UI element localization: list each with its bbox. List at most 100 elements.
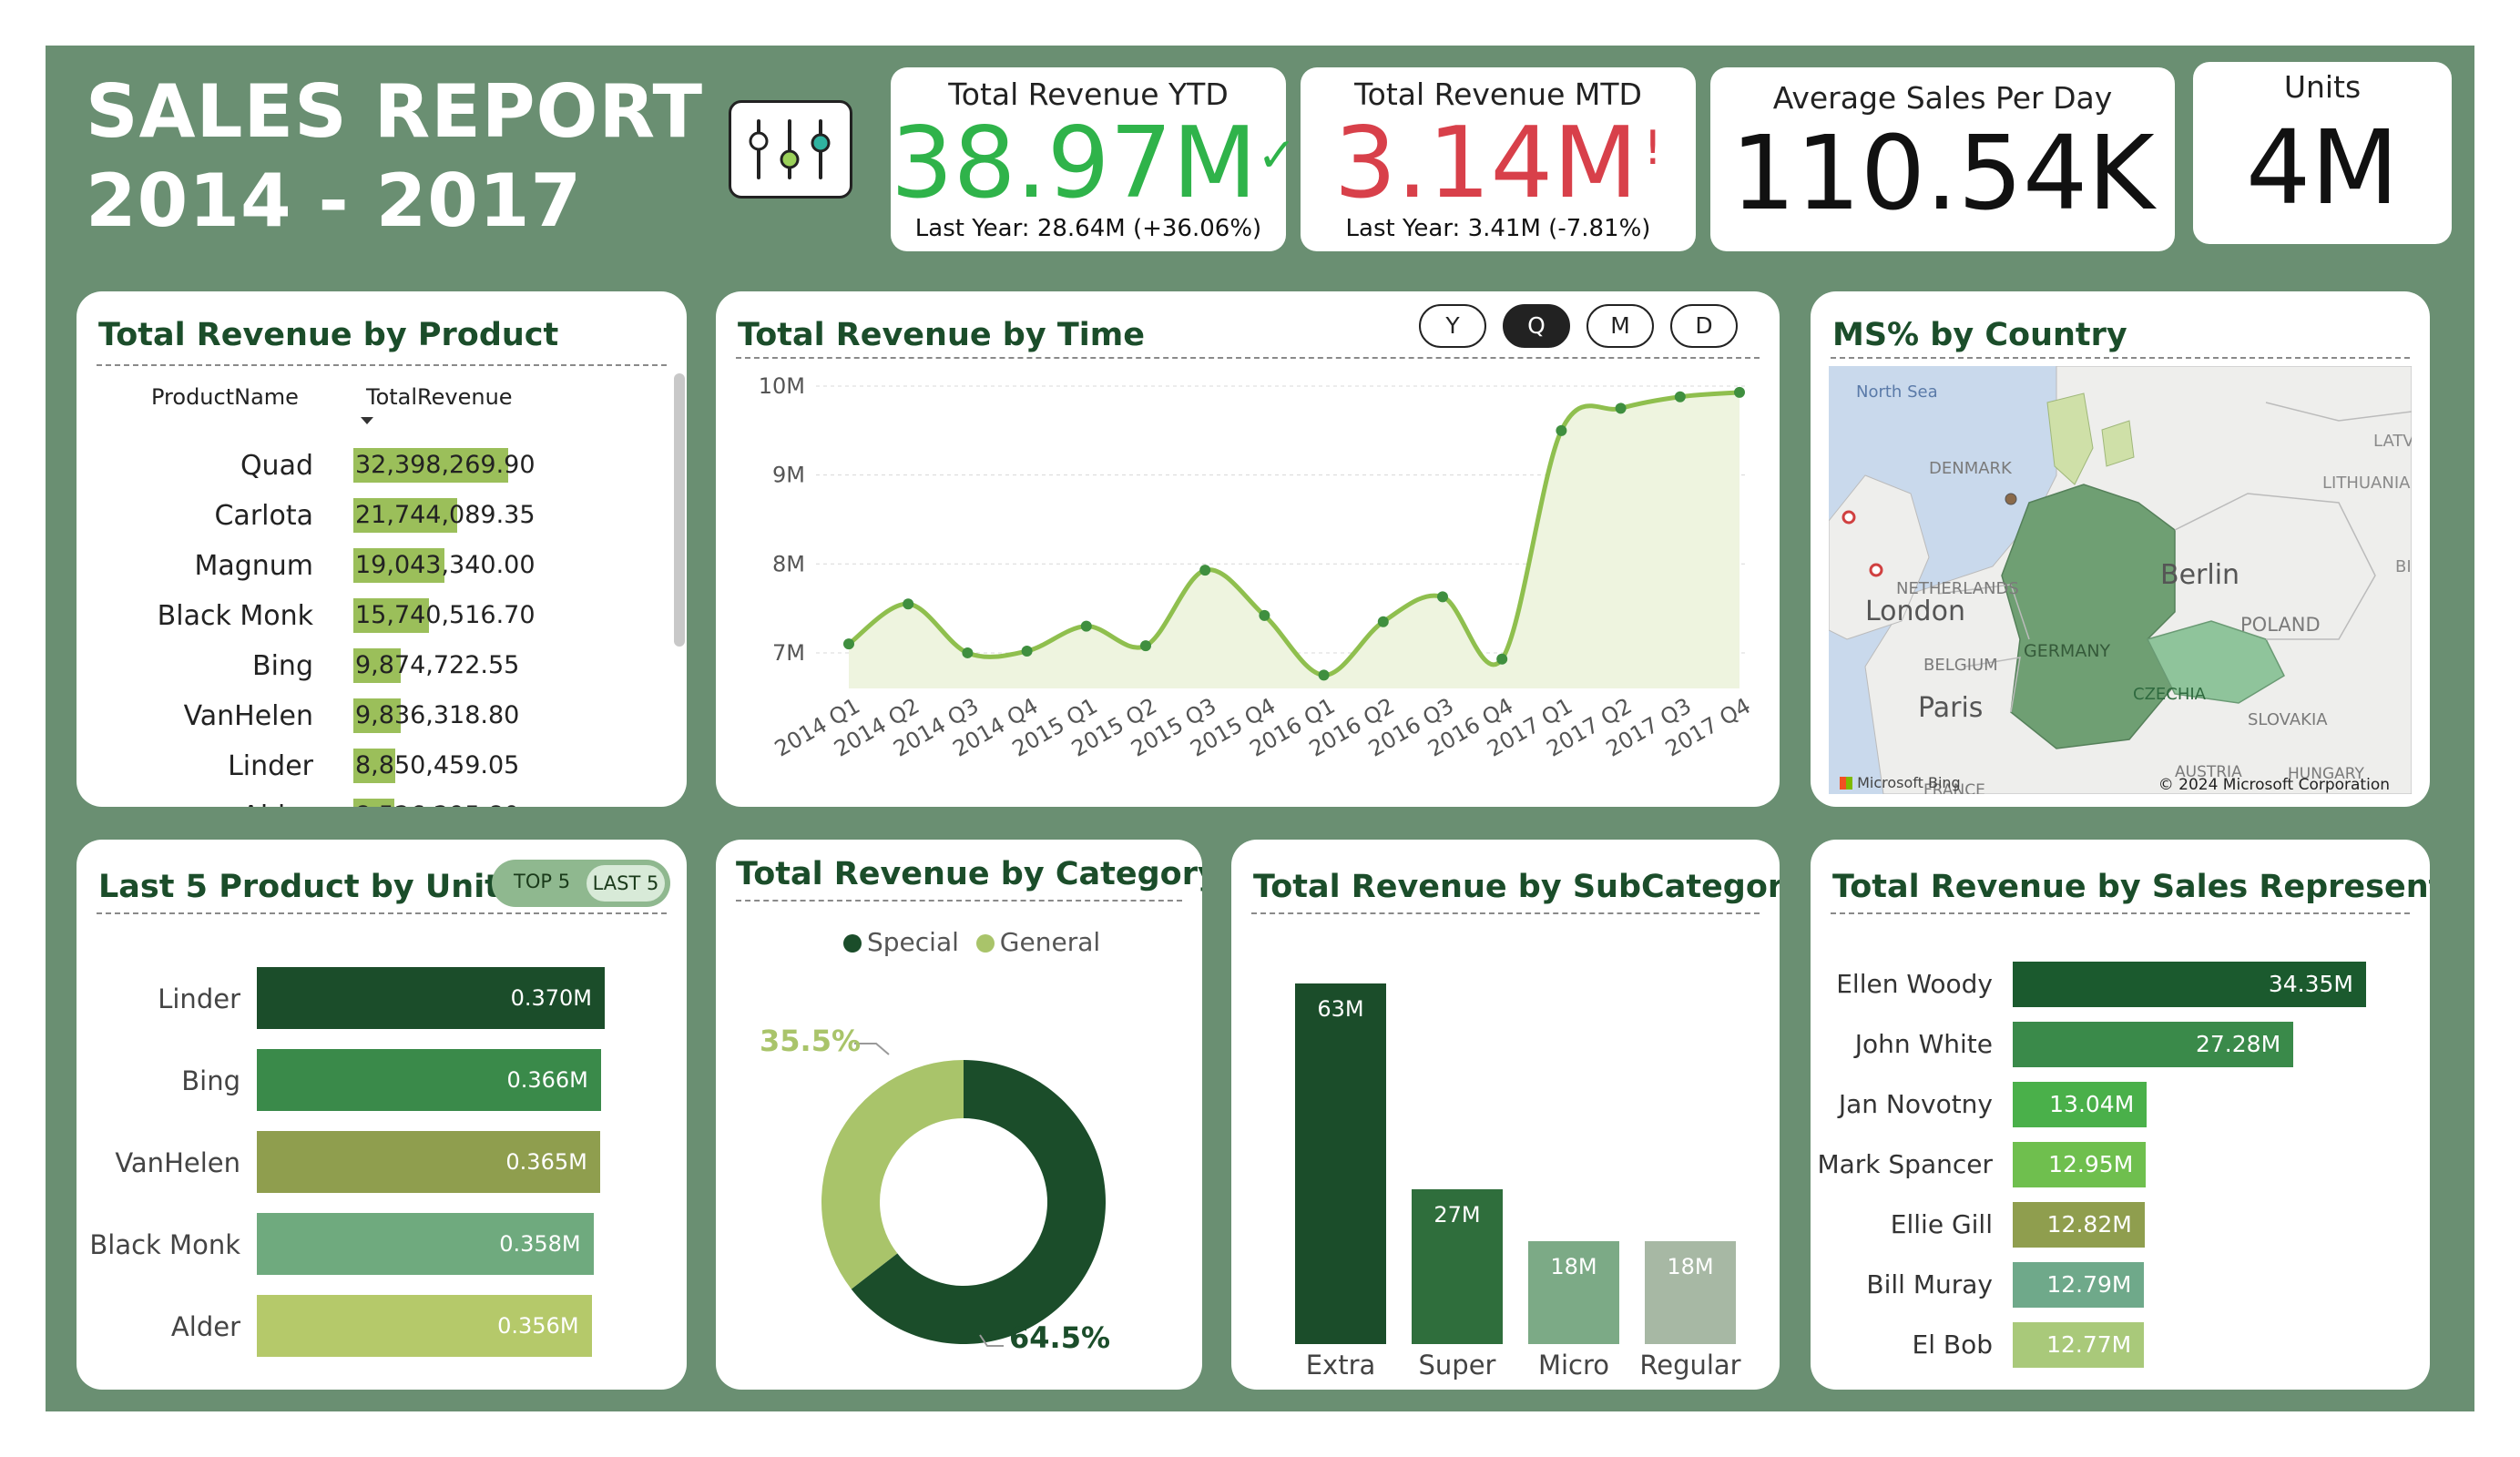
- product-revenue-value: 32,398,269.90: [355, 451, 536, 479]
- revenue-point[interactable]: [1080, 620, 1092, 632]
- top-last-toggle[interactable]: TOP 5 LAST 5: [492, 860, 670, 907]
- map-label-czechia: CZECHIA: [2133, 685, 2206, 704]
- donut-slice-general[interactable]: [821, 1060, 964, 1289]
- product-row[interactable]: VanHelen 9,836,318.80: [77, 697, 659, 737]
- kpi-avg-label: Average Sales Per Day: [1772, 80, 2113, 116]
- product-name: Magnum: [194, 550, 313, 582]
- units-row[interactable]: Alder 0.356M: [77, 1295, 678, 1357]
- rep-divider: [1831, 912, 2410, 914]
- kpi-mtd-comparison: Last Year: 3.41M (-7.81%): [1345, 215, 1651, 243]
- report-title: SALES REPORT: [86, 69, 704, 154]
- units-row[interactable]: Linder 0.370M: [77, 967, 678, 1029]
- product-name: Linder: [228, 750, 313, 782]
- product-row[interactable]: Black Monk 15,740,516.70: [77, 596, 659, 637]
- kpi-mtd-card: Total Revenue MTD 3.14M! Last Year: 3.41…: [1301, 67, 1696, 251]
- toggle-last5[interactable]: LAST 5: [587, 865, 665, 902]
- product-row[interactable]: Quad 32,398,269.90: [77, 446, 659, 486]
- rep-name: El Bob: [1912, 1330, 1993, 1360]
- toggle-top5[interactable]: TOP 5: [514, 871, 570, 892]
- revenue-point[interactable]: [962, 647, 974, 658]
- column-header-revenue[interactable]: TotalRevenue: [366, 384, 513, 410]
- rep-name: Mark Spancer: [1817, 1149, 1993, 1179]
- product-row[interactable]: Alder 8,526,295.80: [77, 797, 659, 807]
- product-revenue-value: 15,740,516.70: [355, 601, 536, 629]
- subcategory-label: Regular: [1639, 1350, 1741, 1381]
- subcategory-bar[interactable]: 18M: [1645, 1240, 1736, 1344]
- rep-row[interactable]: Jan Novotny 13.04M: [1811, 1082, 2430, 1129]
- product-name: Bing: [252, 650, 313, 682]
- rep-value: 12.77M: [2046, 1331, 2132, 1358]
- revenue-point[interactable]: [1437, 591, 1448, 603]
- y-tick-label: 9M: [772, 463, 805, 488]
- rep-title: Total Revenue by Sales Representative: [1832, 869, 2430, 905]
- product-revenue-value: 21,744,089.35: [355, 501, 536, 529]
- revenue-point[interactable]: [1615, 402, 1627, 414]
- revenue-point[interactable]: [1318, 669, 1330, 681]
- product-row[interactable]: Bing 9,874,722.55: [77, 647, 659, 687]
- units-product-name: Bing: [181, 1065, 240, 1096]
- product-table-scrollbar[interactable]: [674, 373, 685, 647]
- revenue-point[interactable]: [903, 598, 914, 610]
- map-label-north-sea: North Sea: [1856, 382, 1938, 402]
- country-map[interactable]: North Sea DENMARK LATV LITHUANIA BI NETH…: [1829, 366, 2412, 794]
- subcategory-bar[interactable]: 63M: [1295, 983, 1386, 1344]
- rep-value: 13.04M: [2049, 1091, 2135, 1117]
- units-product-name: Linder: [158, 983, 240, 1014]
- sort-desc-icon[interactable]: [361, 417, 373, 424]
- revenue-point[interactable]: [1496, 653, 1508, 665]
- units-row[interactable]: Black Monk 0.358M: [77, 1213, 678, 1275]
- product-row[interactable]: Linder 8,850,459.05: [77, 747, 659, 787]
- units-bar: 0.356M: [257, 1295, 592, 1357]
- filter-button[interactable]: [729, 100, 852, 199]
- product-name: Black Monk: [157, 600, 313, 632]
- units-divider: [97, 912, 667, 914]
- product-row[interactable]: Carlota 21,744,089.35: [77, 496, 659, 536]
- category-donut-chart: [821, 1043, 1106, 1347]
- microsoft-logo-icon: [1840, 777, 1852, 790]
- product-revenue-value: 8,850,459.05: [355, 751, 520, 779]
- product-table[interactable]: ProductName TotalRevenue Quad 32,398,269.…: [77, 373, 678, 807]
- product-table-divider: [97, 364, 667, 366]
- units-bar: 0.365M: [257, 1131, 600, 1193]
- map-divider: [1831, 357, 2410, 359]
- map-label-paris: Paris: [1918, 692, 1984, 724]
- revenue-point[interactable]: [843, 638, 854, 650]
- rep-row[interactable]: Ellen Woody 34.35M: [1811, 962, 2430, 1009]
- revenue-point[interactable]: [1199, 565, 1211, 576]
- time-chart-card: Total Revenue by Time YQMD 7M 8M 9M 10M 2014…: [716, 291, 1780, 807]
- product-name: Quad: [240, 450, 313, 482]
- revenue-point[interactable]: [1556, 424, 1567, 436]
- revenue-point[interactable]: [1377, 616, 1389, 627]
- kpi-mtd-value-wrap: 3.14M!: [1301, 112, 1696, 215]
- y-tick-label: 7M: [772, 640, 805, 666]
- product-row[interactable]: Magnum 19,043,340.00: [77, 546, 659, 586]
- rep-name: Ellie Gill: [1890, 1209, 1993, 1239]
- report-period: 2014 - 2017: [86, 158, 583, 243]
- rep-row[interactable]: Bill Muray 12.79M: [1811, 1262, 2430, 1309]
- subcategory-bar[interactable]: 27M: [1412, 1189, 1503, 1344]
- rep-row[interactable]: Mark Spancer 12.95M: [1811, 1142, 2430, 1189]
- rep-row[interactable]: Ellie Gill 12.82M: [1811, 1202, 2430, 1249]
- units-value: 0.365M: [505, 1149, 587, 1175]
- revenue-point[interactable]: [1021, 645, 1033, 657]
- subcategory-bar[interactable]: 18M: [1528, 1240, 1619, 1344]
- revenue-point[interactable]: [1734, 386, 1745, 398]
- subcategory-value: 27M: [1433, 1202, 1481, 1228]
- map-label-belgium: BELGIUM: [1923, 656, 1998, 675]
- revenue-point[interactable]: [1259, 609, 1270, 621]
- map-copyright: © 2024 Microsoft Corporation: [2158, 776, 2390, 794]
- column-header-product[interactable]: ProductName: [151, 384, 299, 410]
- revenue-point[interactable]: [1140, 640, 1151, 652]
- rep-bar: 27.28M: [2013, 1022, 2294, 1067]
- units-row[interactable]: VanHelen 0.365M: [77, 1131, 678, 1193]
- rep-name: Jan Novotny: [1838, 1089, 1993, 1119]
- revenue-point[interactable]: [1674, 391, 1686, 402]
- bing-logo: Microsoft Bing: [1840, 774, 1961, 791]
- subcategory-divider: [1251, 912, 1760, 914]
- rep-row[interactable]: El Bob 12.77M: [1811, 1322, 2430, 1370]
- time-area-chart: 7M8M9M10M2014 Q12014 Q22014 Q32014 Q4201…: [759, 373, 1755, 762]
- product-table-title: Total Revenue by Product: [98, 317, 559, 353]
- rep-row[interactable]: John White 27.28M: [1811, 1022, 2430, 1069]
- units-bar: 0.366M: [257, 1049, 601, 1111]
- units-row[interactable]: Bing 0.366M: [77, 1049, 678, 1111]
